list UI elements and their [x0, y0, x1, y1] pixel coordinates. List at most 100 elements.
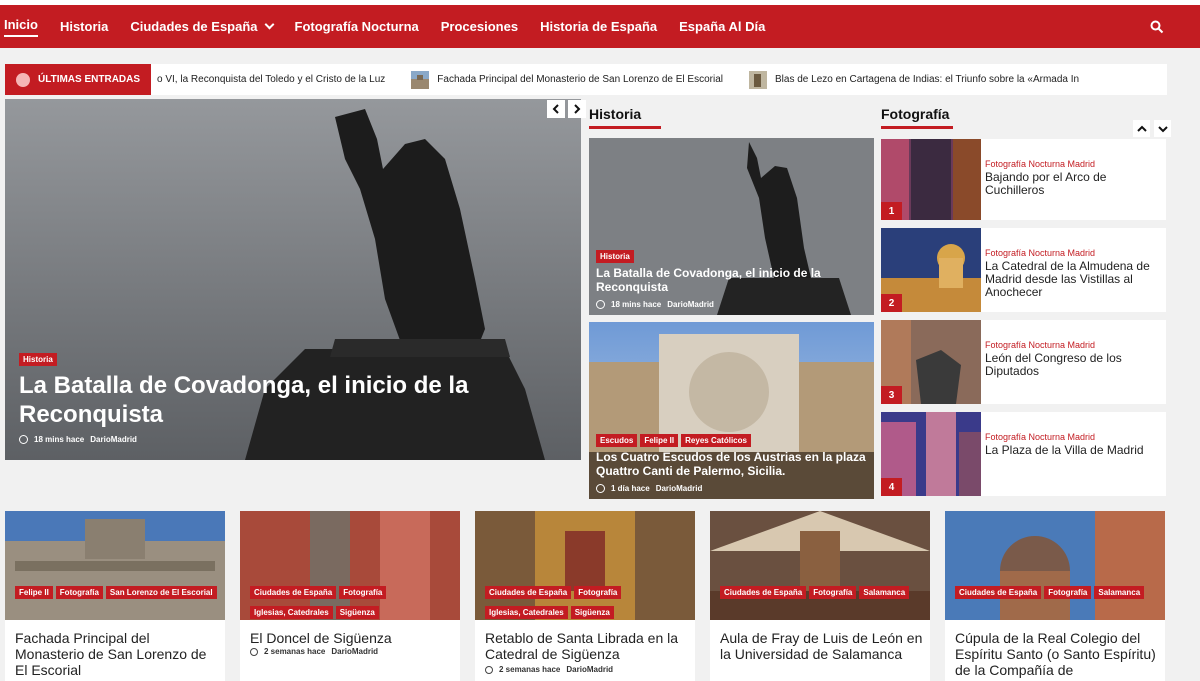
featured-slider[interactable]: Historia La Batalla de Covadonga, el ini…: [5, 99, 581, 460]
category-tag[interactable]: Salamanca: [1094, 586, 1145, 599]
post-time: 1 día hace: [611, 484, 650, 493]
main-nav: Inicio Historia Ciudades de España Fotog…: [0, 5, 1200, 48]
category-tag[interactable]: Sigüenza: [570, 606, 614, 619]
post-author[interactable]: DarioMadrid: [331, 647, 378, 656]
photo-list-item[interactable]: 2 Fotografía Nocturna Madrid La Catedral…: [881, 228, 1166, 312]
photo-category[interactable]: Fotografía Nocturna Madrid: [985, 248, 1163, 258]
chevron-down-icon: [1157, 125, 1168, 132]
photo-category[interactable]: Fotografía Nocturna Madrid: [985, 340, 1163, 350]
post-card[interactable]: Ciudades de España Fotografía Salamanca Cú…: [945, 511, 1165, 681]
section-title-historia: Historia: [589, 106, 642, 122]
category-tag[interactable]: San Lorenzo de El Escorial: [105, 586, 217, 599]
post-image: [5, 511, 225, 620]
photo-list-item[interactable]: 1 Fotografía Nocturna Madrid Bajando por…: [881, 139, 1166, 220]
post-title[interactable]: El Doncel de Sigüenza: [250, 630, 455, 646]
category-tag[interactable]: Escudos: [596, 434, 638, 447]
post-author[interactable]: DarioMadrid: [90, 435, 137, 444]
historia-card[interactable]: Escudos Felipe II Reyes Católicos Los Cuat…: [589, 322, 874, 499]
rank-number: 2: [881, 294, 902, 312]
rank-number: 1: [881, 202, 902, 220]
ticker-thumbnail: [411, 70, 430, 89]
latest-entries-ticker: ÚLTIMAS ENTRADAS o VI, la Reconquista de…: [5, 64, 1167, 95]
clock-icon: [596, 300, 605, 309]
nav-fotografia-nocturna[interactable]: Fotografía Nocturna: [284, 5, 430, 48]
nav-espana-al-dia[interactable]: España Al Día: [668, 5, 776, 48]
category-tag[interactable]: Fotografía: [1044, 586, 1092, 599]
nav-historia[interactable]: Historia: [49, 5, 119, 48]
photo-category[interactable]: Fotografía Nocturna Madrid: [985, 432, 1163, 442]
category-tag[interactable]: Fotografía: [809, 586, 857, 599]
hero-title[interactable]: La Batalla de Covadonga, el inicio de la…: [19, 371, 539, 429]
post-author[interactable]: DarioMadrid: [656, 484, 703, 493]
chevron-up-icon: [1136, 125, 1147, 132]
category-tag[interactable]: Ciudades de España: [720, 586, 807, 599]
post-image: [945, 511, 1165, 620]
post-card[interactable]: Ciudades de España Fotografía Iglesias, Ca…: [240, 511, 460, 681]
post-author[interactable]: DarioMadrid: [566, 665, 613, 674]
live-dot-icon: [16, 72, 30, 87]
section-underline: [881, 126, 953, 129]
list-up-button[interactable]: [1133, 120, 1150, 137]
post-title[interactable]: Fachada Principal del Monasterio de San …: [15, 630, 220, 678]
category-tag[interactable]: Fotografía: [339, 586, 387, 599]
slider-prev-button[interactable]: [547, 100, 565, 118]
photo-list-item[interactable]: 4 Fotografía Nocturna Madrid La Plaza de…: [881, 412, 1166, 496]
category-tag[interactable]: Felipe II: [640, 434, 679, 447]
clock-icon: [485, 665, 493, 674]
category-tag[interactable]: Historia: [596, 250, 634, 263]
category-tag[interactable]: Ciudades de España: [250, 586, 337, 599]
category-tag[interactable]: Reyes Católicos: [681, 434, 751, 447]
card-title[interactable]: Los Cuatro Escudos de los Austrias en la…: [596, 450, 866, 478]
chevron-right-icon: [574, 104, 581, 114]
chevron-down-icon: [264, 19, 274, 30]
photo-title[interactable]: La Plaza de la Villa de Madrid: [985, 444, 1163, 457]
section-title-fotografia: Fotografía: [881, 106, 950, 122]
photo-title[interactable]: La Catedral de la Almudena de Madrid des…: [985, 260, 1163, 299]
post-card[interactable]: Felipe II Fotografía San Lorenzo de El Esc…: [5, 511, 225, 681]
clock-icon: [19, 435, 28, 444]
category-tag[interactable]: Fotografía: [55, 586, 103, 599]
post-time: 2 semanas hace: [499, 665, 561, 674]
chevron-left-icon: [552, 104, 559, 114]
card-title[interactable]: La Batalla de Covadonga, el inicio de la…: [596, 266, 866, 294]
slider-controls: [544, 100, 586, 118]
post-author[interactable]: DarioMadrid: [667, 300, 714, 309]
category-tag[interactable]: Fotografía: [574, 586, 622, 599]
post-title[interactable]: Aula de Fray de Luis de León en la Unive…: [720, 630, 925, 662]
category-tag[interactable]: Felipe II: [15, 586, 53, 599]
category-tag[interactable]: Ciudades de España: [955, 586, 1042, 599]
clock-icon: [250, 647, 258, 656]
category-tag[interactable]: Salamanca: [859, 586, 910, 599]
photo-category[interactable]: Fotografía Nocturna Madrid: [985, 159, 1163, 169]
list-controls: [1129, 120, 1171, 137]
nav-ciudades[interactable]: Ciudades de España: [119, 5, 283, 48]
post-card[interactable]: Ciudades de España Fotografía Salamanca Au…: [710, 511, 930, 681]
post-title[interactable]: Retablo de Santa Librada en la Catedral …: [485, 630, 690, 662]
photo-title[interactable]: Bajando por el Arco de Cuchilleros: [985, 171, 1163, 197]
search-icon[interactable]: [1150, 20, 1164, 34]
rank-number: 4: [881, 478, 902, 496]
section-underline: [589, 126, 661, 129]
ticker-item[interactable]: o VI, la Reconquista del Toledo y el Cri…: [157, 74, 385, 85]
category-tag[interactable]: Historia: [19, 353, 57, 366]
post-card[interactable]: Ciudades de España Fotografía Iglesias, Ca…: [475, 511, 695, 681]
ticker-item[interactable]: Fachada Principal del Monasterio de San …: [411, 70, 723, 89]
category-tag[interactable]: Iglesias, Catedrales: [250, 606, 333, 619]
post-time: 18 mins hace: [611, 300, 662, 309]
category-tag[interactable]: Iglesias, Catedrales: [485, 606, 568, 619]
category-tag[interactable]: Ciudades de España: [485, 586, 572, 599]
clock-icon: [596, 484, 605, 493]
nav-procesiones[interactable]: Procesiones: [430, 5, 529, 48]
ticker-thumbnail: [749, 70, 767, 89]
post-image: [710, 511, 930, 620]
photo-list-item[interactable]: 3 Fotografía Nocturna Madrid León del Co…: [881, 320, 1166, 404]
slider-next-button[interactable]: [568, 100, 586, 118]
post-title[interactable]: Cúpula de la Real Colegio del Espíritu S…: [955, 630, 1160, 678]
nav-historia-espana[interactable]: Historia de España: [529, 5, 668, 48]
nav-inicio[interactable]: Inicio: [0, 5, 49, 48]
list-down-button[interactable]: [1154, 120, 1171, 137]
ticker-item[interactable]: Blas de Lezo en Cartagena de Indias: el …: [749, 70, 1079, 89]
category-tag[interactable]: Sigüenza: [335, 606, 379, 619]
photo-title[interactable]: León del Congreso de los Diputados: [985, 352, 1163, 378]
historia-card[interactable]: Historia La Batalla de Covadonga, el ini…: [589, 138, 874, 315]
